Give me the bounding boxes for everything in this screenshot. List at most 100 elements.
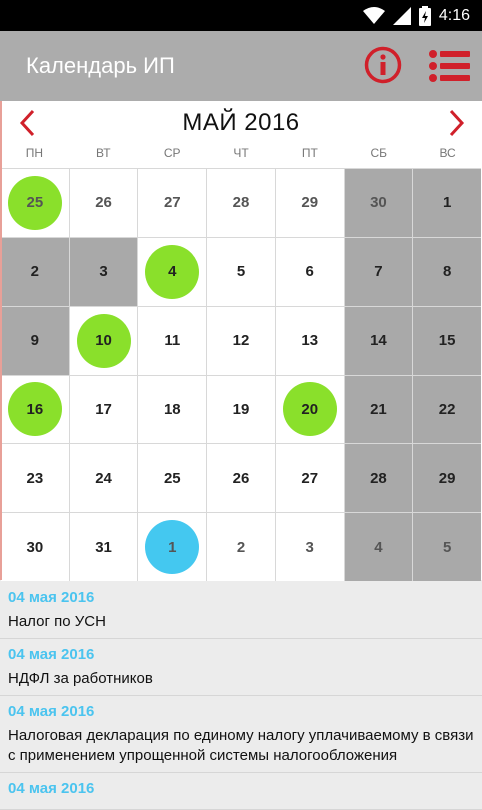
day-number: 4: [168, 263, 177, 281]
calendar-day-cell[interactable]: 25: [138, 444, 207, 513]
event-item[interactable]: 04 мая 2016 НДФЛ за работников: [0, 639, 482, 696]
calendar-day-cell[interactable]: 18: [138, 375, 207, 444]
month-title: МАЙ 2016: [182, 109, 300, 136]
day-number: 15: [438, 332, 456, 350]
day-number: 7: [374, 263, 383, 281]
event-item[interactable]: 04 мая 2016 Налог по УСН: [0, 582, 482, 639]
calendar-day-cell[interactable]: 20: [275, 375, 344, 444]
calendar-day-cell[interactable]: 14: [344, 306, 413, 375]
calendar-day-cell[interactable]: 30: [344, 169, 413, 237]
day-number: 29: [301, 194, 319, 212]
calendar-day-cell[interactable]: 12: [207, 306, 275, 375]
day-number: 1: [168, 538, 177, 556]
day-number: 31: [95, 538, 112, 556]
calendar-day-cell[interactable]: 6: [275, 237, 344, 306]
weekday-label: СБ: [370, 146, 387, 160]
weekday-label: ВТ: [96, 146, 111, 160]
calendar-day-cell[interactable]: 2: [1, 237, 69, 306]
calendar-day-cell[interactable]: 29: [413, 444, 481, 513]
calendar-day-cell[interactable]: 23: [1, 444, 69, 513]
day-number: 8: [442, 263, 452, 281]
day-number: 9: [30, 332, 40, 350]
weekday-label: ЧТ: [233, 146, 249, 160]
month-header: МАЙ 2016: [0, 101, 482, 143]
day-number: 26: [232, 469, 250, 487]
left-edge-line: [0, 101, 2, 580]
day-number: 1: [442, 194, 452, 212]
day-number: 3: [99, 263, 108, 281]
calendar-day-cell[interactable]: 25: [1, 169, 69, 237]
calendar-day-cell[interactable]: 24: [69, 444, 138, 513]
calendar-day-cell[interactable]: 28: [344, 444, 413, 513]
event-text: Налог по УСН: [8, 613, 106, 630]
day-number: 22: [438, 400, 456, 418]
calendar-day-cell[interactable]: 29: [275, 169, 344, 237]
calendar-day-cell[interactable]: 27: [138, 169, 207, 237]
events-list: 04 мая 2016 Налог по УСН 04 мая 2016 НДФ…: [0, 582, 482, 810]
calendar-day-cell[interactable]: 21: [344, 375, 413, 444]
day-number: 19: [232, 400, 250, 418]
calendar-day-cell[interactable]: 8: [413, 237, 481, 306]
calendar-day-cell[interactable]: 3: [69, 237, 138, 306]
calendar-day-cell[interactable]: 2: [207, 513, 275, 581]
day-number: 18: [163, 400, 181, 418]
day-number: 6: [305, 263, 314, 281]
day-number: 26: [95, 194, 112, 212]
weekday-label: ПН: [25, 146, 44, 160]
status-bar: 4:16: [0, 0, 482, 31]
app-title: Календарь ИП: [26, 53, 175, 78]
calendar-day-cell[interactable]: 13: [275, 306, 344, 375]
day-number: 28: [232, 194, 250, 212]
calendar-day-cell[interactable]: 4: [138, 237, 207, 306]
event-date: 04 мая 2016: [8, 780, 95, 797]
calendar-day-cell[interactable]: 27: [275, 444, 344, 513]
signal-icon: [392, 6, 411, 25]
weekday-label: СР: [163, 146, 181, 160]
info-icon[interactable]: [364, 46, 402, 84]
calendar-day-cell[interactable]: 11: [138, 306, 207, 375]
event-date: 04 мая 2016: [8, 646, 95, 663]
event-item[interactable]: 04 мая 2016 Налоговая декларация по един…: [0, 696, 482, 773]
calendar-day-cell[interactable]: 3: [275, 513, 344, 581]
calendar-day-cell[interactable]: 26: [207, 444, 275, 513]
day-number: 25: [26, 194, 44, 212]
calendar-day-cell[interactable]: 28: [207, 169, 275, 237]
day-number: 3: [305, 538, 314, 556]
calendar-day-cell[interactable]: 15: [413, 306, 481, 375]
calendar-day-cell[interactable]: 5: [207, 237, 275, 306]
day-number: 27: [301, 469, 319, 487]
day-number: 11: [164, 332, 181, 350]
calendar-day-cell[interactable]: 1: [138, 513, 207, 581]
weekday-label: ПТ: [301, 146, 318, 160]
calendar-day-cell[interactable]: 26: [69, 169, 138, 237]
day-number: 28: [370, 469, 387, 487]
day-number: 14: [370, 332, 387, 350]
calendar-day-cell[interactable]: 19: [207, 375, 275, 444]
event-item[interactable]: 04 мая 2016: [0, 773, 482, 810]
list-menu-icon[interactable]: [428, 48, 470, 84]
calendar-day-cell[interactable]: 4: [344, 513, 413, 581]
day-number: 17: [95, 400, 112, 418]
calendar-day-cell[interactable]: 22: [413, 375, 481, 444]
day-number: 5: [236, 263, 246, 281]
calendar-day-cell[interactable]: 16: [1, 375, 69, 444]
calendar-day-cell[interactable]: 7: [344, 237, 413, 306]
day-number: 13: [301, 332, 319, 350]
event-date: 04 мая 2016: [8, 703, 95, 720]
day-number: 10: [95, 332, 112, 350]
calendar-day-cell[interactable]: 1: [413, 169, 481, 237]
next-month-icon[interactable]: [444, 109, 468, 137]
calendar-day-cell[interactable]: 5: [413, 513, 481, 581]
calendar-day-cell[interactable]: 17: [69, 375, 138, 444]
calendar: МАЙ 2016 ПН ВТ СР ЧТ ПТ СБ ВС 25 26 27 28 29…: [0, 101, 482, 581]
calendar-grid: 25 26 27 28 29 30 1 2 3 4 5 6 7 8 9 10 11 12 13 14 15 16 17 18 1…: [1, 168, 481, 581]
event-text: НДФЛ за работников: [8, 670, 153, 687]
calendar-day-cell[interactable]: 30: [1, 513, 69, 581]
event-text: Налоговая декларация по единому налогу у…: [8, 727, 474, 764]
calendar-day-cell[interactable]: 9: [1, 306, 69, 375]
day-number: 16: [26, 400, 44, 418]
calendar-day-cell[interactable]: 10: [69, 306, 138, 375]
wifi-icon: [362, 6, 385, 24]
day-number: 29: [438, 469, 456, 487]
calendar-day-cell[interactable]: 31: [69, 513, 138, 581]
